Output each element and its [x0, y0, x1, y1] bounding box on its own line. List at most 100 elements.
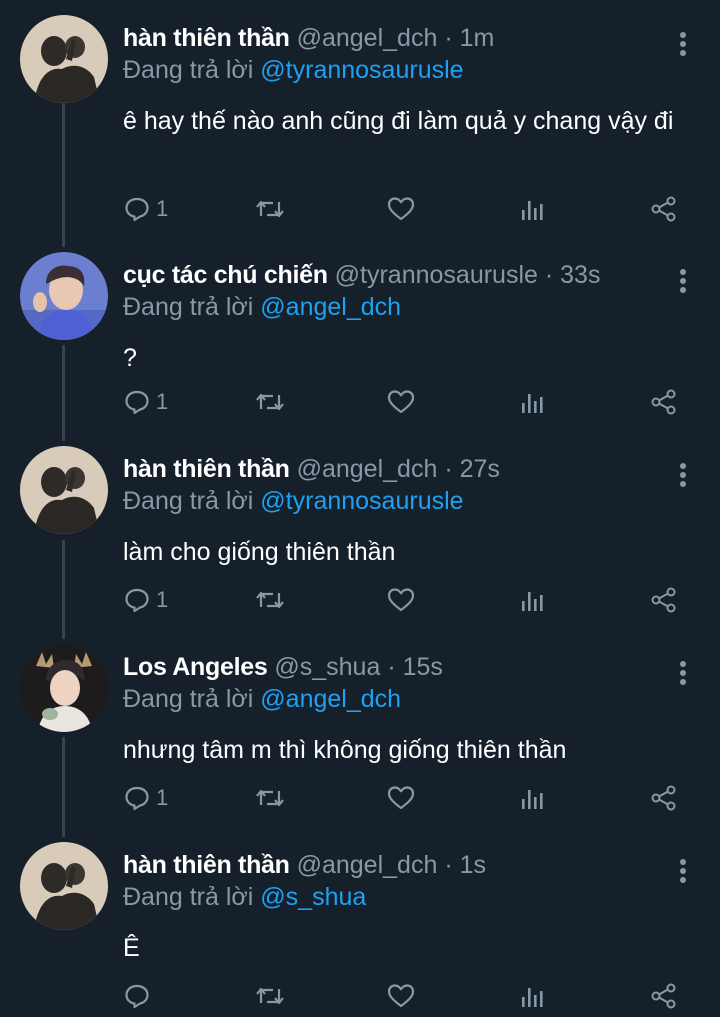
tweet-text: nhưng tâm m thì không giống thiên thần — [123, 736, 567, 764]
reply-mention[interactable]: @angel_dch — [260, 685, 401, 713]
tweet[interactable]: hàn thiên thần @angel_dch · 1m Đang trả … — [0, 15, 720, 235]
reply-mention[interactable]: @tyrannosaurusle — [260, 487, 463, 515]
reply-icon — [125, 197, 149, 222]
author-handle[interactable]: @angel_dch — [297, 851, 438, 879]
author-handle[interactable]: @s_shua — [274, 653, 380, 681]
tweet-header: hàn thiên thần @angel_dch · 1m — [123, 23, 494, 53]
reply-thread: hàn thiên thần @angel_dch · 1m Đang trả … — [0, 0, 720, 1017]
action-bar — [0, 976, 720, 1016]
like-button[interactable] — [387, 382, 415, 422]
avatar[interactable] — [20, 252, 108, 340]
timestamp[interactable]: 33s — [560, 261, 600, 289]
share-button[interactable] — [651, 189, 677, 229]
more-options-button[interactable] — [666, 264, 700, 298]
avatar[interactable] — [20, 842, 108, 930]
avatar[interactable] — [20, 15, 108, 103]
replying-label: Đang trả lời — [123, 685, 254, 713]
replying-label: Đang trả lời — [123, 56, 254, 84]
analytics-button[interactable] — [520, 382, 544, 422]
analytics-icon — [522, 790, 543, 809]
reply-count: 1 — [156, 785, 169, 810]
share-button[interactable] — [651, 382, 677, 422]
separator-dot: · — [387, 653, 396, 681]
more-options-button[interactable] — [666, 27, 700, 61]
retweet-icon — [256, 591, 284, 609]
separator-dot: · — [444, 455, 453, 483]
retweet-button[interactable] — [255, 778, 285, 818]
more-icon — [680, 661, 686, 685]
reply-button[interactable] — [124, 976, 156, 1016]
retweet-button[interactable] — [255, 189, 285, 229]
more-options-button[interactable] — [666, 458, 700, 492]
analytics-icon — [522, 394, 543, 413]
reply-button[interactable]: 1 — [124, 382, 168, 422]
like-button[interactable] — [387, 580, 415, 620]
author-name[interactable]: hàn thiên thần — [123, 851, 290, 879]
retweet-icon — [256, 987, 284, 1005]
action-bar: 1 — [0, 382, 720, 422]
author-handle[interactable]: @angel_dch — [297, 455, 438, 483]
separator-dot: · — [544, 261, 554, 289]
share-button[interactable] — [651, 580, 677, 620]
like-icon — [387, 197, 415, 221]
reply-button[interactable]: 1 — [124, 189, 168, 229]
reply-button[interactable]: 1 — [124, 580, 168, 620]
tweet[interactable]: cục tác chú chiến @tyrannosaurusle · 33s… — [0, 252, 720, 432]
replying-label: Đang trả lời — [123, 293, 254, 321]
reply-button[interactable]: 1 — [124, 778, 168, 818]
tweet[interactable]: hàn thiên thần @angel_dch · 1s Đang trả … — [0, 842, 720, 1017]
reply-mention[interactable]: @tyrannosaurusle — [260, 56, 463, 84]
timestamp[interactable]: 27s — [460, 455, 500, 483]
retweet-icon — [256, 393, 284, 411]
tweet-text: ? — [123, 344, 137, 372]
retweet-button[interactable] — [255, 976, 285, 1016]
author-name[interactable]: hàn thiên thần — [123, 455, 290, 483]
author-handle[interactable]: @angel_dch — [297, 24, 438, 52]
tweet-header: hàn thiên thần @angel_dch · 27s — [123, 454, 500, 484]
avatar[interactable] — [20, 644, 108, 732]
share-icon — [651, 587, 676, 613]
author-name[interactable]: Los Angeles — [123, 653, 268, 681]
retweet-icon — [256, 200, 284, 218]
analytics-button[interactable] — [520, 580, 544, 620]
author-name[interactable]: cục tác chú chiến — [123, 261, 328, 289]
author-handle[interactable]: @tyrannosaurusle — [335, 261, 538, 289]
separator-dot: · — [444, 851, 453, 879]
retweet-button[interactable] — [255, 580, 285, 620]
share-icon — [651, 196, 676, 222]
replying-label: Đang trả lời — [123, 487, 254, 515]
analytics-button[interactable] — [520, 976, 544, 1016]
like-button[interactable] — [387, 189, 415, 229]
reply-mention[interactable]: @angel_dch — [260, 293, 401, 321]
more-icon — [680, 269, 686, 293]
avatar[interactable] — [20, 446, 108, 534]
analytics-icon — [522, 988, 543, 1007]
more-icon — [680, 32, 686, 56]
tweet-header: hàn thiên thần @angel_dch · 1s — [123, 850, 486, 880]
like-button[interactable] — [387, 778, 415, 818]
reply-count: 1 — [156, 587, 169, 612]
like-icon — [387, 390, 415, 414]
separator-dot: · — [444, 24, 453, 52]
reply-mention[interactable]: @s_shua — [260, 883, 366, 911]
like-button[interactable] — [387, 976, 415, 1016]
like-icon — [387, 786, 415, 810]
analytics-button[interactable] — [520, 778, 544, 818]
timestamp[interactable]: 1s — [460, 851, 486, 879]
more-options-button[interactable] — [666, 656, 700, 690]
timestamp[interactable]: 1m — [460, 24, 495, 52]
share-icon — [651, 785, 676, 811]
tweet[interactable]: hàn thiên thần @angel_dch · 27s Đang trả… — [0, 446, 720, 626]
timestamp[interactable]: 15s — [403, 653, 443, 681]
more-options-button[interactable] — [666, 854, 700, 888]
reply-icon — [125, 588, 149, 613]
retweet-button[interactable] — [255, 382, 285, 422]
share-button[interactable] — [651, 778, 677, 818]
analytics-button[interactable] — [520, 189, 544, 229]
author-name[interactable]: hàn thiên thần — [123, 24, 290, 52]
tweet-text: làm cho giống thiên thần — [123, 538, 396, 566]
tweet[interactable]: Los Angeles @s_shua · 15s Đang trả lời @… — [0, 644, 720, 824]
more-icon — [680, 859, 686, 883]
more-icon — [680, 463, 686, 487]
share-button[interactable] — [651, 976, 677, 1016]
